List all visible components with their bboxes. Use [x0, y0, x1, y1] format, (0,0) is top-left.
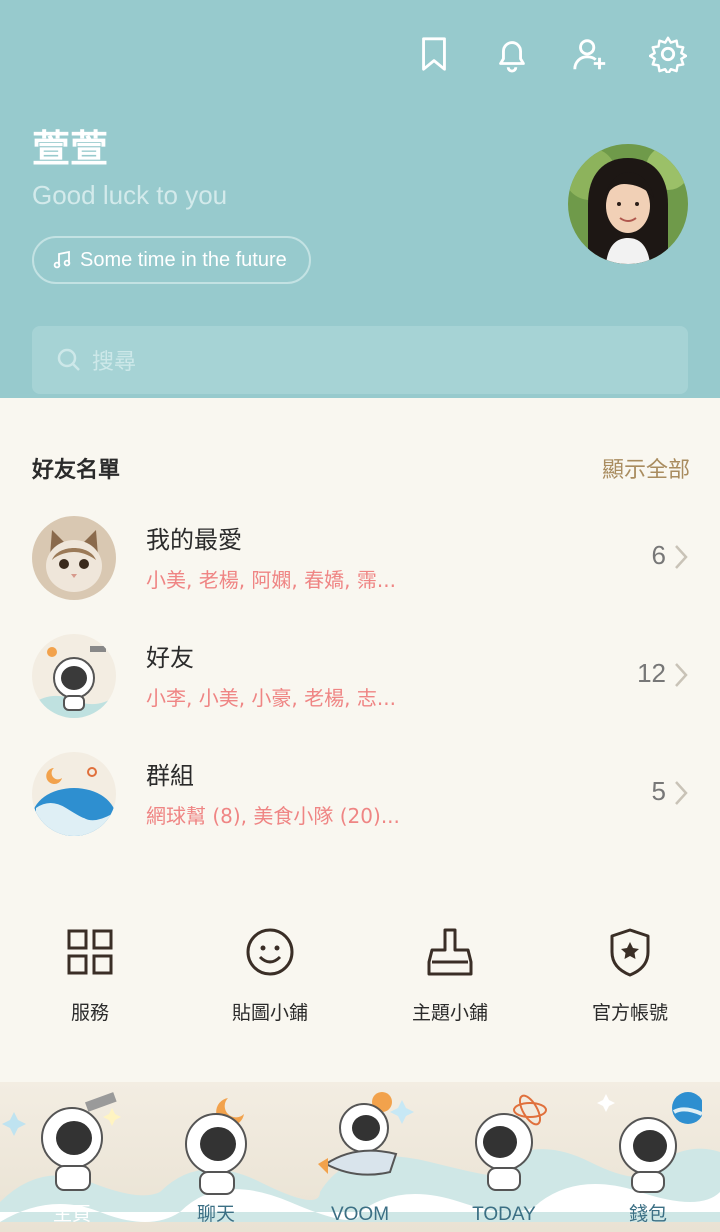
- earth-sticker: [32, 752, 116, 836]
- profile-header: 萱萱 Good luck to you Some time in the fut…: [0, 0, 720, 398]
- group-title: 群組: [146, 762, 194, 790]
- tab-label: 聊天: [196, 1204, 235, 1225]
- bottom-tab-bar: 主頁 聊天 VOOM TODAY 錢包: [0, 1082, 720, 1232]
- tab-today[interactable]: TODAY: [432, 1082, 576, 1232]
- tab-voom[interactable]: VOOM: [288, 1082, 432, 1232]
- avatar-photo: [568, 144, 688, 264]
- group-count: 12: [637, 658, 666, 688]
- service-label: 主題小鋪: [411, 1002, 488, 1024]
- astronaut-home-icon: [41, 1092, 117, 1191]
- service-official-accounts[interactable]: 官方帳號: [540, 926, 720, 1025]
- groups-thumbnail: [32, 752, 116, 836]
- service-services[interactable]: 服務: [0, 926, 180, 1025]
- notification-button[interactable]: [492, 30, 532, 78]
- grid-icon: [67, 929, 113, 975]
- service-theme-shop[interactable]: 主題小鋪: [360, 926, 540, 1025]
- group-members: 網球幫 (8), 美食小隊 (20)...: [146, 804, 400, 828]
- settings-button[interactable]: [648, 30, 688, 78]
- friend-group-favorites[interactable]: 我的最愛 小美, 老楊, 阿嫻, 春嬌, 霈... 6: [0, 516, 720, 616]
- astronaut-today-icon: [475, 1094, 547, 1191]
- tab-wallet[interactable]: 錢包: [576, 1082, 720, 1232]
- profile-status-message[interactable]: Good luck to you: [32, 180, 227, 211]
- group-count: 5: [651, 776, 666, 806]
- search-bar[interactable]: 搜尋: [32, 326, 688, 394]
- service-label: 官方帳號: [591, 1002, 668, 1024]
- header-actions: [414, 30, 688, 78]
- add-friend-button[interactable]: [570, 30, 610, 78]
- group-members: 小美, 老楊, 阿嫻, 春嬌, 霈...: [146, 568, 396, 592]
- group-title: 好友: [146, 644, 194, 672]
- profile-music-chip[interactable]: Some time in the future: [32, 236, 311, 284]
- shield-star-icon: [610, 928, 650, 977]
- group-title: 我的最愛: [146, 526, 242, 554]
- search-icon: [57, 348, 80, 371]
- bookmark-icon: [422, 37, 446, 71]
- cat-photo: [32, 516, 116, 600]
- chevron-right-icon: [675, 781, 688, 805]
- tab-chats[interactable]: 聊天: [144, 1082, 288, 1232]
- tab-label: TODAY: [472, 1204, 536, 1225]
- service-label: 貼圖小鋪: [231, 1002, 308, 1024]
- add-friend-icon: [573, 39, 606, 70]
- chevron-right-icon: [675, 545, 688, 569]
- service-sticker-shop[interactable]: 貼圖小鋪: [180, 926, 360, 1025]
- tab-label: 主頁: [52, 1204, 91, 1225]
- bookmark-button[interactable]: [414, 30, 454, 78]
- friend-group-groups[interactable]: 群組 網球幫 (8), 美食小隊 (20)... 5: [0, 752, 720, 852]
- tab-label: VOOM: [330, 1204, 390, 1225]
- astronaut-wallet-icon: [619, 1092, 702, 1193]
- show-all-link[interactable]: 顯示全部: [602, 452, 690, 484]
- profile-name[interactable]: 萱萱: [32, 118, 108, 173]
- bell-icon: [499, 41, 525, 73]
- friend-group-friends[interactable]: 好友 小李, 小美, 小豪, 老楊, 志... 12: [0, 634, 720, 734]
- favorites-thumbnail: [32, 516, 116, 600]
- service-label: 服務: [70, 1002, 109, 1024]
- music-title: Some time in the future: [80, 248, 287, 271]
- smiley-icon: [246, 928, 294, 976]
- friends-section-title: 好友名單: [32, 458, 121, 483]
- tab-home[interactable]: 主頁: [0, 1082, 144, 1232]
- astronaut-rocket-icon: [318, 1092, 398, 1176]
- group-count: 6: [651, 540, 666, 570]
- profile-avatar[interactable]: [568, 144, 688, 264]
- group-members: 小李, 小美, 小豪, 老楊, 志...: [146, 686, 396, 710]
- tab-label: 錢包: [628, 1204, 667, 1225]
- chevron-right-icon: [675, 663, 688, 687]
- gear-icon: [649, 36, 687, 73]
- astronaut-chat-icon: [185, 1098, 247, 1195]
- music-note-icon: [53, 250, 71, 269]
- brush-icon: [427, 928, 473, 976]
- friends-thumbnail: [32, 634, 116, 718]
- astronaut-sticker: [32, 634, 116, 718]
- search-placeholder: 搜尋: [92, 350, 137, 375]
